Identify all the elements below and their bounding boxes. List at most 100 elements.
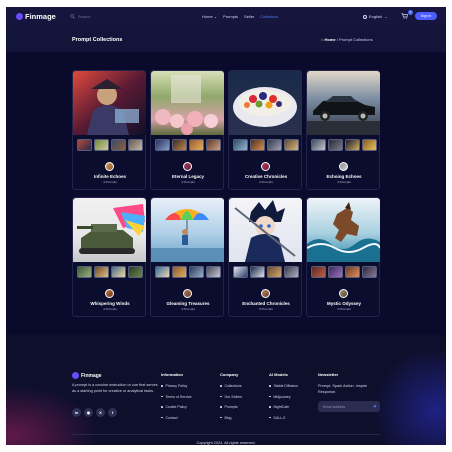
thumbnail[interactable] [155, 266, 170, 278]
collection-title[interactable]: Creative Chronicles [229, 174, 303, 179]
avatar[interactable] [339, 162, 348, 171]
collection-card[interactable]: Mystic Odyssey 4 Prompts [306, 197, 380, 317]
footer-brand-logo[interactable]: Finmage [72, 372, 102, 379]
collection-title[interactable]: Whispering Winds [73, 301, 147, 306]
collection-card[interactable]: Eternal Legacy 4 Prompts [150, 70, 224, 190]
prompt-count: 5 Prompts [259, 307, 273, 311]
thumbnail[interactable] [328, 139, 343, 151]
thumbnail[interactable] [328, 266, 343, 278]
footer-link[interactable]: NightCafe [269, 405, 298, 416]
thumbnail[interactable] [267, 139, 282, 151]
nav-prompts[interactable]: Prompts [223, 14, 238, 19]
thumbnail[interactable] [206, 266, 221, 278]
avatar[interactable] [183, 289, 192, 298]
collection-card[interactable]: Enchanted Chronicles 5 Prompts [228, 197, 302, 317]
avatar[interactable] [105, 162, 114, 171]
footer-link[interactable]: DALL-E [269, 416, 298, 427]
signin-button[interactable]: Sign in [415, 12, 437, 20]
thumbnail[interactable] [128, 266, 143, 278]
linkedin-icon[interactable]: in [72, 408, 81, 417]
nav-seller[interactable]: Seller [244, 14, 254, 19]
chevron-down-icon: ⌄ [213, 13, 218, 19]
collection-cover-image[interactable] [73, 71, 146, 135]
cart-icon[interactable] [401, 13, 408, 19]
email-field[interactable]: Email address [318, 401, 380, 412]
thumbnail[interactable] [111, 139, 126, 151]
thumbnail[interactable] [189, 266, 204, 278]
footer-link[interactable]: Blog [220, 416, 242, 427]
thumbnail[interactable] [233, 266, 248, 278]
collection-title[interactable]: Gleaming Treasures [151, 301, 225, 306]
collection-cover-image[interactable] [307, 198, 380, 262]
thumbnail[interactable] [155, 139, 170, 151]
thumbnail[interactable] [362, 139, 377, 151]
x-icon[interactable]: X [96, 408, 105, 417]
thumbnail[interactable] [111, 266, 126, 278]
thumbnail[interactable] [94, 139, 109, 151]
collection-card[interactable]: Infinite Echoes 4 Prompts [72, 70, 146, 190]
thumbnail[interactable] [362, 266, 377, 278]
thumbnail[interactable] [284, 266, 299, 278]
thumbnail[interactable] [311, 266, 326, 278]
avatar[interactable] [339, 289, 348, 298]
collection-cover-image[interactable] [307, 71, 380, 135]
thumbnail[interactable] [77, 139, 92, 151]
thumbnail[interactable] [94, 266, 109, 278]
thumbnail[interactable] [128, 139, 143, 151]
thumbnail[interactable] [345, 266, 360, 278]
footer-link[interactable]: Midjourney [269, 395, 298, 406]
collection-card[interactable]: Whispering Winds 4 Prompts [72, 197, 146, 317]
footer-link[interactable]: Terms of Service [161, 395, 192, 406]
thumbnail[interactable] [311, 139, 326, 151]
collection-cover-image[interactable] [73, 198, 146, 262]
thumbnail[interactable] [284, 139, 299, 151]
thumbnail[interactable] [250, 139, 265, 151]
avatar[interactable] [261, 162, 270, 171]
collection-title[interactable]: Mystic Odyssey [307, 301, 381, 306]
language-selector[interactable]: English ⌄ [363, 14, 387, 19]
footer-link[interactable]: Privacy Policy [161, 384, 192, 395]
thumbnail[interactable] [172, 266, 187, 278]
thumbnail[interactable] [345, 139, 360, 151]
footer-link[interactable]: Our Sellers [220, 395, 243, 406]
footer-link[interactable]: Cookie Policy [161, 405, 192, 416]
collection-title[interactable]: Infinite Echoes [73, 174, 147, 179]
nav-collection[interactable]: Collection [260, 14, 278, 19]
thumbnail[interactable] [189, 139, 204, 151]
send-icon[interactable] [372, 404, 377, 409]
collection-cover-image[interactable] [229, 198, 302, 262]
thumbnail[interactable] [233, 139, 248, 151]
thumbnail[interactable] [250, 266, 265, 278]
prompt-count: 4 Prompts [181, 180, 195, 184]
collection-cover-image[interactable] [151, 198, 224, 262]
footer-link[interactable]: Contact [161, 416, 192, 427]
prompt-thumbnails [233, 266, 299, 279]
footer-link[interactable]: Collections [220, 384, 242, 395]
prompt-thumbnails [155, 139, 221, 152]
footer-link[interactable]: Stable Diffusion [269, 384, 298, 395]
prompt-count: 4 Prompts [337, 180, 351, 184]
thumbnail[interactable] [172, 139, 187, 151]
collection-title[interactable]: Echoing Echoes [307, 174, 381, 179]
collection-cover-image[interactable] [151, 71, 224, 135]
nav-home[interactable]: Home ⌄ [202, 14, 217, 19]
collection-card[interactable]: Echoing Echoes 4 Prompts [306, 70, 380, 190]
thumbnail[interactable] [77, 266, 92, 278]
avatar[interactable] [261, 289, 270, 298]
footer-link[interactable]: Prompts [220, 405, 242, 416]
search-bar[interactable]: Search [70, 14, 91, 19]
instagram-icon[interactable]: ◉ [84, 408, 93, 417]
avatar[interactable] [183, 162, 192, 171]
avatar[interactable] [105, 289, 114, 298]
collection-card[interactable]: Gleaming Treasures 4 Prompts [150, 197, 224, 317]
collection-title[interactable]: Enchanted Chronicles [229, 301, 303, 306]
fruit-bowl-image [233, 87, 297, 127]
thumbnail[interactable] [206, 139, 221, 151]
facebook-icon[interactable]: f [108, 408, 117, 417]
brand-logo[interactable]: Finmage [16, 12, 56, 21]
collection-cover-image[interactable] [229, 71, 302, 135]
breadcrumb-home[interactable]: Home [325, 37, 336, 42]
collection-title[interactable]: Eternal Legacy [151, 174, 225, 179]
thumbnail[interactable] [267, 266, 282, 278]
collection-card[interactable]: Creative Chronicles 4 Prompts [228, 70, 302, 190]
